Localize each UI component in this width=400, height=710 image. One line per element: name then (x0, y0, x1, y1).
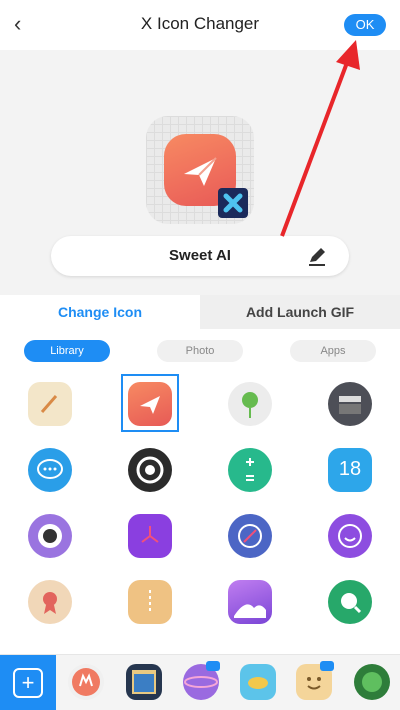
grid-cell-award[interactable] (22, 574, 78, 630)
chat-icon (28, 448, 72, 492)
clock-icon (128, 514, 172, 558)
current-icon-frame[interactable] (146, 116, 254, 224)
plus-icon: + (13, 668, 43, 698)
bulb-icon (228, 382, 272, 426)
icon-library-grid: 18 (0, 370, 400, 650)
gallery-icon (228, 580, 272, 624)
app-name-field[interactable]: Sweet AI (51, 236, 349, 276)
page-title: X Icon Changer (140, 14, 260, 33)
camera-lens-icon (28, 514, 72, 558)
app-picker-bar: + (0, 654, 400, 710)
new-badge-icon (320, 661, 334, 671)
grid-cell-lens[interactable] (22, 508, 78, 564)
fish-app-icon[interactable] (240, 664, 276, 700)
grid-cell-bulb[interactable] (222, 376, 278, 432)
tab-bar: Change Icon Add Launch GIF (0, 295, 400, 329)
calendar-app-icon[interactable] (126, 664, 162, 700)
calendar-day-label: 18 (338, 458, 362, 480)
tab-add-launch-gif[interactable]: Add Launch GIF (200, 295, 400, 329)
calculator-icon (228, 448, 272, 492)
grid-cell-calendar[interactable]: 18 (322, 442, 378, 498)
grid-cell-paper-plane[interactable] (122, 376, 178, 432)
grid-cell-chat[interactable] (22, 442, 78, 498)
add-app-button[interactable]: + (0, 655, 56, 710)
grid-cell-search[interactable] (322, 574, 378, 630)
notes-icon (28, 382, 72, 426)
compass-icon (228, 514, 272, 558)
paper-plane-icon (128, 382, 172, 426)
file-zip-icon (128, 580, 172, 624)
calendar-18-icon: 18 (328, 448, 372, 492)
edit-pencil-icon[interactable] (305, 244, 329, 268)
grid-cell-compass[interactable] (222, 508, 278, 564)
x-icon-changer-logo-icon (218, 188, 248, 218)
clapper-icon (328, 382, 372, 426)
segment-photo[interactable]: Photo (157, 340, 243, 362)
award-icon (28, 580, 72, 624)
grid-cell-clapper[interactable] (322, 376, 378, 432)
search-icon (328, 580, 372, 624)
segment-library[interactable]: Library (24, 340, 110, 362)
grid-cell-refresh[interactable] (322, 508, 378, 564)
grid-cell-clock[interactable] (122, 508, 178, 564)
grid-cell-notes[interactable] (22, 376, 78, 432)
music-app-icon[interactable] (68, 664, 104, 700)
segment-apps[interactable]: Apps (290, 340, 376, 362)
ok-button[interactable]: OK (344, 14, 386, 36)
grid-cell-zip[interactable] (122, 574, 178, 630)
grid-cell-gallery[interactable] (222, 574, 278, 630)
top-bar: ‹ X Icon Changer OK (0, 0, 400, 50)
new-badge-icon (206, 661, 220, 671)
grid-cell-calculator[interactable] (222, 442, 278, 498)
green-circle-app-icon[interactable] (354, 664, 390, 700)
grid-cell-aperture[interactable] (122, 442, 178, 498)
camera-aperture-icon (128, 448, 172, 492)
tab-change-icon[interactable]: Change Icon (0, 295, 200, 329)
refresh-ring-icon (328, 514, 372, 558)
